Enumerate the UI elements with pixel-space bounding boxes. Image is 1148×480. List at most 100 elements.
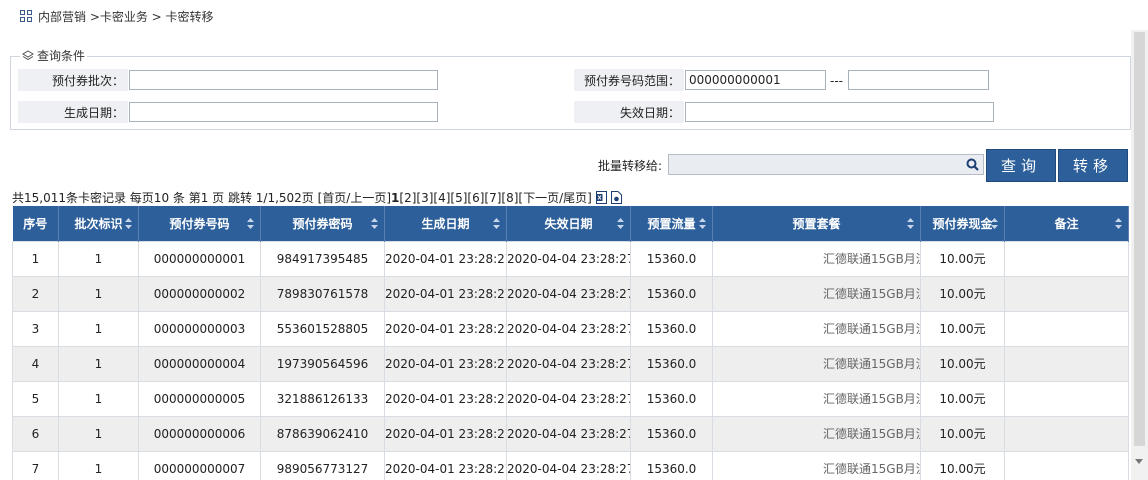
batch-input[interactable] xyxy=(129,70,438,90)
range-from-input[interactable] xyxy=(685,70,826,90)
table-row[interactable]: 3 1 000000000003 553601528805 2020-04-01 23:… xyxy=(12,310,1129,347)
table-cell xyxy=(1004,415,1129,452)
table-row[interactable]: 4 1 000000000004 197390564596 2020-04-01 23:… xyxy=(12,345,1129,382)
sort-icon[interactable] xyxy=(699,218,706,229)
table-cell: 2020-04-04 23:28:27 xyxy=(506,345,631,382)
table-cell: 1 xyxy=(58,240,139,277)
table-row[interactable]: 5 1 000000000005 321886126133 2020-04-01 23:… xyxy=(12,380,1129,417)
search-icon[interactable] xyxy=(966,158,979,171)
vertical-scrollbar[interactable] xyxy=(1131,30,1148,480)
range-separator: --- xyxy=(830,74,843,88)
pager-next-last[interactable]: [下一页/尾页] xyxy=(518,189,591,206)
batch-label: 预付券批次： xyxy=(18,69,128,91)
table-cell: 2020-04-04 23:28:27 xyxy=(506,275,631,312)
table-cell: 汇德联通15GB月流量包... xyxy=(712,380,921,417)
expire-date-label: 失效日期： xyxy=(574,101,684,123)
sort-icon[interactable] xyxy=(125,218,132,229)
pager: 共15,011条卡密记录 每页10 条 第1 页 跳转 1/1,502页 [首页… xyxy=(12,189,622,206)
created-date-input[interactable] xyxy=(129,102,438,122)
table-cell: 汇德联通15GB月流量包... xyxy=(712,345,921,382)
table-cell: 000000000005 xyxy=(138,380,261,417)
column-header[interactable]: 失效日期 xyxy=(506,206,631,241)
query-button[interactable]: 查询 xyxy=(986,149,1056,182)
column-header[interactable]: 备注 xyxy=(1004,206,1129,241)
table-row[interactable]: 6 1 000000000006 878639062410 2020-04-01 23:… xyxy=(12,415,1129,452)
pager-page-links[interactable]: [2][3][4][5][6][7][8] xyxy=(399,191,518,205)
table-cell: 000000000007 xyxy=(138,450,261,480)
scrollbar-thumb[interactable] xyxy=(1134,32,1145,446)
table-cell: 4 xyxy=(12,345,59,382)
created-date-label: 生成日期： xyxy=(18,101,128,123)
table-cell: 2020-04-04 23:28:27 xyxy=(506,240,631,277)
sort-icon[interactable] xyxy=(907,218,914,229)
table-cell: 1 xyxy=(58,310,139,347)
sort-icon[interactable] xyxy=(371,218,378,229)
column-header[interactable]: 预付券号码 xyxy=(138,206,261,241)
table-cell xyxy=(1004,310,1129,347)
table-cell: 汇德联通15GB月流量包... xyxy=(712,415,921,452)
layers-icon xyxy=(22,49,34,60)
column-header-label: 预付券密码 xyxy=(292,216,353,231)
table-cell: 15360.0 xyxy=(630,345,713,382)
table-cell: 2020-04-01 23:28:27 xyxy=(384,380,507,417)
table-cell: 000000000003 xyxy=(138,310,261,347)
table-cell: 10.00元 xyxy=(920,345,1005,382)
table-cell: 10.00元 xyxy=(920,450,1005,480)
expire-date-input[interactable] xyxy=(685,102,994,122)
column-header[interactable]: 预置套餐 xyxy=(712,206,921,241)
table-cell: 10.00元 xyxy=(920,275,1005,312)
table-cell: 1 xyxy=(58,345,139,382)
table-cell: 984917395485 xyxy=(260,240,385,277)
breadcrumb-text: 内部营销 >卡密业务 > 卡密转移 xyxy=(38,9,214,24)
sort-icon[interactable] xyxy=(247,218,254,229)
sort-icon[interactable] xyxy=(991,218,998,229)
scroll-down-arrow-icon[interactable] xyxy=(1135,459,1143,464)
sort-icon[interactable] xyxy=(493,218,500,229)
table-cell: 汇德联通15GB月流量包... xyxy=(712,240,921,277)
table-cell: 000000000001 xyxy=(138,240,261,277)
column-header[interactable]: 预付券密码 xyxy=(260,206,385,241)
table-cell: 1 xyxy=(58,415,139,452)
column-header[interactable]: 生成日期 xyxy=(384,206,507,241)
table-cell: 5 xyxy=(12,380,59,417)
sort-icon[interactable] xyxy=(1115,218,1122,229)
column-header-label: 预置流量 xyxy=(647,216,696,231)
batch-transfer-select[interactable] xyxy=(668,154,984,175)
sort-icon[interactable] xyxy=(617,218,624,229)
column-header[interactable]: 预置流量 xyxy=(630,206,713,241)
table-cell: 2020-04-01 23:28:27 xyxy=(384,275,507,312)
table-cell: 1 xyxy=(12,240,59,277)
table-row[interactable]: 2 1 000000000002 789830761578 2020-04-01 23:… xyxy=(12,275,1129,312)
column-header-label: 预付券现金 xyxy=(932,216,993,231)
transfer-button[interactable]: 转移 xyxy=(1058,149,1128,182)
table-cell: 553601528805 xyxy=(260,310,385,347)
document-export-icon[interactable] xyxy=(610,191,622,204)
table-cell: 6 xyxy=(12,415,59,452)
table-cell: 1 xyxy=(58,450,139,480)
grid-icon xyxy=(20,10,32,22)
query-legend: 查询条件 xyxy=(20,47,88,64)
table-row[interactable]: 1 1 000000000001 984917395485 2020-04-01 23:… xyxy=(12,240,1129,277)
range-to-input[interactable] xyxy=(848,70,989,90)
table-cell: 7 xyxy=(12,450,59,480)
table-cell xyxy=(1004,345,1129,382)
table-cell: 2020-04-04 23:28:27 xyxy=(506,380,631,417)
table-cell xyxy=(1004,450,1129,480)
table-cell: 878639062410 xyxy=(260,415,385,452)
table-cell: 1 xyxy=(58,380,139,417)
table-cell: 2020-04-04 23:28:27 xyxy=(506,450,631,480)
column-header[interactable]: 预付券现金 xyxy=(920,206,1005,241)
column-header-label: 序号 xyxy=(23,216,48,231)
table-row[interactable]: 7 1 000000000007 989056773127 2020-04-01 23:… xyxy=(12,450,1129,480)
breadcrumb: 内部营销 >卡密业务 > 卡密转移 xyxy=(20,8,214,24)
table-cell: 15360.0 xyxy=(630,275,713,312)
column-header[interactable]: 批次标识 xyxy=(58,206,139,241)
column-header[interactable]: 序号 xyxy=(12,206,59,241)
excel-export-icon[interactable] xyxy=(595,191,607,204)
table-cell: 3 xyxy=(12,310,59,347)
table-cell: 2020-04-04 23:28:27 xyxy=(506,415,631,452)
column-header-label: 批次标识 xyxy=(74,216,123,231)
table-cell: 15360.0 xyxy=(630,310,713,347)
table-cell: 15360.0 xyxy=(630,240,713,277)
query-legend-text: 查询条件 xyxy=(37,49,86,63)
